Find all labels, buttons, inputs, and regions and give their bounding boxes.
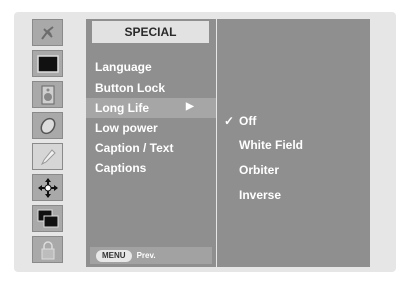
- submenu-item-inverse[interactable]: Inverse: [217, 185, 369, 205]
- submenu-item-white-field[interactable]: White Field: [217, 135, 369, 155]
- special-menu: SPECIAL Language Button Lock Long Life ▶…: [86, 19, 216, 267]
- menu-item-low-power[interactable]: Low power: [86, 118, 216, 138]
- speaker-icon[interactable]: [32, 81, 63, 108]
- menu-item-label: Long Life: [95, 101, 149, 115]
- menu-button[interactable]: MENU: [96, 249, 132, 262]
- menu-item-label: Caption / Text: [95, 141, 174, 155]
- menu-item-label: Low power: [95, 121, 158, 135]
- menu-item-label: Language: [95, 60, 152, 74]
- check-icon: ✓: [223, 114, 234, 128]
- menu-item-long-life[interactable]: Long Life ▶: [86, 98, 216, 118]
- menu-item-captions[interactable]: Captions: [86, 158, 216, 178]
- menu-item-caption-text[interactable]: Caption / Text: [86, 138, 216, 158]
- submenu-item-orbiter[interactable]: Orbiter: [217, 160, 369, 180]
- menu-item-label: Button Lock: [95, 81, 165, 95]
- prev-label: Prev.: [136, 251, 156, 260]
- long-life-submenu: ✓ Off White Field Orbiter Inverse: [216, 19, 370, 267]
- menu-item-label: Captions: [95, 161, 147, 175]
- clock-icon[interactable]: [32, 112, 63, 139]
- pip-icon[interactable]: [32, 205, 63, 232]
- submenu-item-label: White Field: [239, 138, 303, 152]
- arrow-right-icon: ▶: [186, 101, 194, 112]
- menu-footer: MENU Prev.: [90, 247, 212, 264]
- menu-item-language[interactable]: Language: [86, 57, 216, 77]
- submenu-item-off[interactable]: ✓ Off: [217, 111, 369, 131]
- special-icon[interactable]: [32, 143, 63, 170]
- antenna-icon[interactable]: [32, 19, 63, 46]
- icon-column: [32, 19, 63, 266]
- screen-adjust-icon[interactable]: [32, 174, 63, 201]
- lock-icon[interactable]: [32, 236, 63, 263]
- picture-icon[interactable]: [32, 50, 63, 77]
- submenu-item-label: Off: [239, 114, 257, 128]
- submenu-item-label: Orbiter: [239, 163, 280, 177]
- submenu-item-label: Inverse: [239, 188, 282, 202]
- osd-menu: SPECIAL Language Button Lock Long Life ▶…: [14, 12, 396, 272]
- menu-title: SPECIAL: [92, 21, 209, 43]
- menu-item-button-lock[interactable]: Button Lock: [86, 78, 216, 98]
